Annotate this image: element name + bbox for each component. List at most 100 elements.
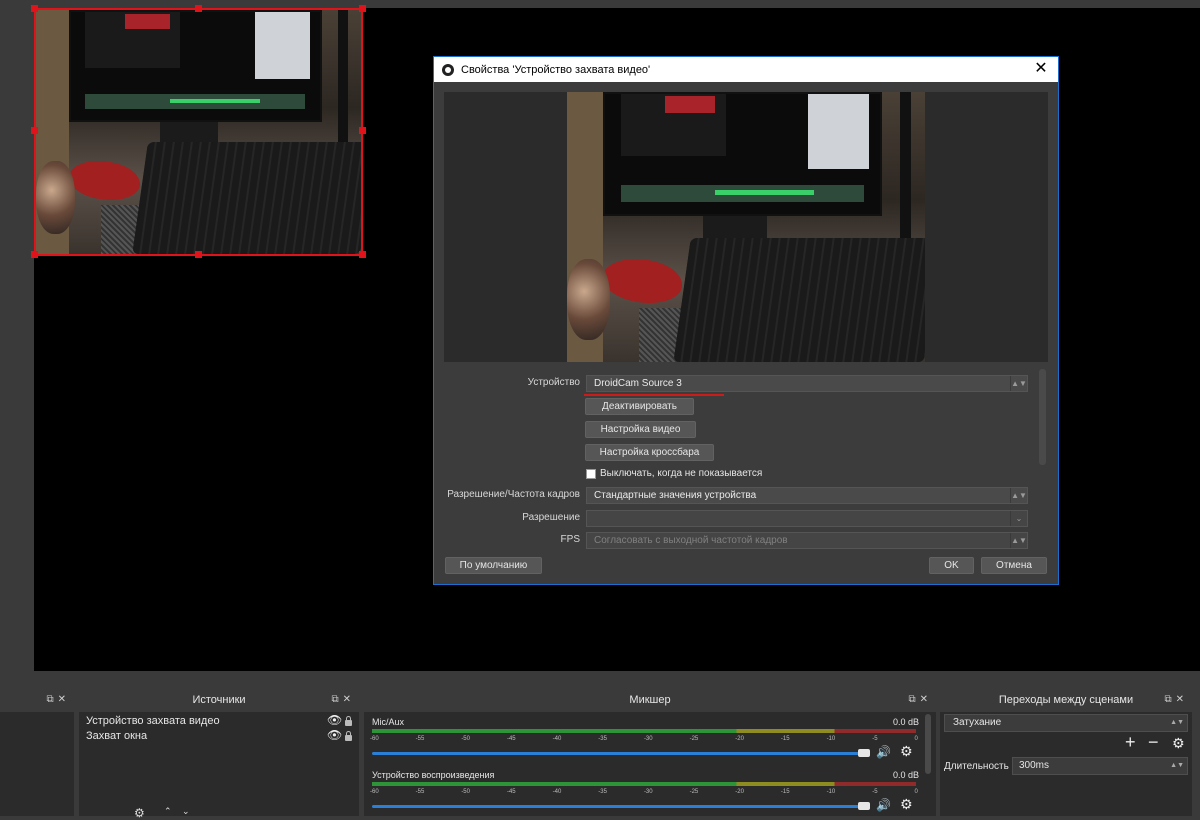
selection-frame[interactable] (34, 8, 363, 256)
properties-dialog: Свойства 'Устройство захвата видео' ✕ Ус… (433, 56, 1059, 585)
gear-icon[interactable]: ⚙ (1172, 735, 1185, 752)
move-down-icon[interactable]: ⌄ (182, 806, 190, 817)
monitor (602, 92, 883, 217)
gear-icon[interactable]: ⚙ (900, 743, 913, 760)
spin-arrows-icon: ▲▼ (1010, 488, 1027, 503)
lock-icon[interactable] (345, 716, 352, 726)
eye-icon[interactable]: 👁 (327, 713, 342, 727)
resolution-fps-select[interactable]: Стандартные значения устройства ▲▼ (586, 487, 1028, 504)
resize-handle-bc[interactable] (195, 251, 202, 258)
sources-title: Источники (192, 694, 246, 706)
duration-label: Длительность (944, 761, 1009, 772)
sources-list: Устройство захвата видео 👁 Захват окна 👁 (82, 712, 356, 808)
volume-slider[interactable] (372, 805, 862, 808)
volume-slider-knob[interactable] (858, 749, 870, 757)
resize-handle-mr[interactable] (359, 127, 366, 134)
resolution-fps-row: Разрешение/Частота кадров Стандартные зн… (434, 487, 1060, 505)
cancel-button[interactable]: Отмена (981, 557, 1047, 574)
resolution-label: Разрешение (522, 512, 580, 523)
resize-handle-tr[interactable] (359, 5, 366, 12)
spin-arrows-icon: ▲▼ (1010, 533, 1027, 548)
fps-value: Согласовать с выходной частотой кадров (594, 535, 788, 546)
red-underline-annotation (584, 394, 724, 396)
transition-value: Затухание (953, 717, 1002, 728)
screen-red (665, 96, 715, 114)
device-value: DroidCam Source 3 (594, 378, 682, 389)
mixer-dock: Микшер ⧉✕ Mic/Aux 0.0 dB -60 -55 -50 -45 -40… (364, 688, 936, 816)
volume-slider-knob[interactable] (858, 802, 870, 810)
video-settings-button[interactable]: Настройка видео (585, 421, 696, 438)
duration-input[interactable]: 300ms ▲▼ (1012, 757, 1188, 775)
deactivate-hidden-checkbox[interactable] (586, 469, 596, 479)
volume-meter (372, 729, 916, 733)
mixer-scrollbar[interactable] (925, 714, 931, 774)
gear-icon[interactable]: ⚙ (900, 796, 913, 813)
device-select[interactable]: DroidCam Source 3 ▲▼ (586, 375, 1028, 392)
dock-float-close-icons[interactable]: ⧉✕ (331, 688, 355, 712)
red-object (602, 259, 682, 303)
spin-arrows-icon: ▲▼ (1170, 719, 1184, 726)
dialog-scrollbar[interactable] (1039, 369, 1046, 465)
cable (899, 92, 911, 254)
transitions-dock: Переходы между сценами ⧉✕ Затухание ▲▼ +… (940, 688, 1192, 816)
lock-icon[interactable] (345, 731, 352, 741)
dock-float-close-icons[interactable]: ⧉✕ (1164, 688, 1188, 712)
eye-icon[interactable]: 👁 (327, 728, 342, 742)
resolution-fps-label: Разрешение/Частота кадров (447, 489, 580, 500)
left-strip (0, 8, 34, 671)
resize-handle-tc[interactable] (195, 5, 202, 12)
screen-white (808, 94, 870, 169)
move-up-icon[interactable]: ⌃ (164, 806, 172, 817)
resolution-select[interactable]: ⌄ (586, 510, 1028, 527)
device-row: Устройство DroidCam Source 3 ▲▼ (434, 375, 1060, 393)
sources-toolbar: ⚙ ⌃ ⌄ (82, 806, 356, 820)
gear-icon[interactable]: ⚙ (134, 806, 145, 820)
resize-handle-tl[interactable] (31, 5, 38, 12)
speaker-icon[interactable]: 🔊 (876, 798, 891, 812)
source-label: Захват окна (86, 730, 148, 742)
add-transition-button[interactable]: + (1125, 732, 1136, 753)
mixer-title: Микшер (629, 694, 671, 706)
remove-transition-button[interactable]: − (1148, 732, 1159, 753)
resize-handle-ml[interactable] (31, 127, 38, 134)
channel-name: Mic/Aux (372, 717, 405, 727)
deactivate-hidden-label[interactable]: Выключать, когда не показывается (600, 468, 762, 479)
resize-handle-bl[interactable] (31, 251, 38, 258)
meter-scale: -60 -55 -50 -45 -40 -35 -30 -25 -20 -15 -10 -5 0 (370, 736, 918, 742)
deactivate-button[interactable]: Деактивировать (585, 398, 694, 415)
channel-db: 0.0 dB (893, 770, 920, 780)
chevron-down-icon: ⌄ (1010, 511, 1027, 526)
crossbar-settings-button[interactable]: Настройка кроссбара (585, 444, 714, 461)
fps-label: FPS (560, 534, 580, 545)
transitions-dock-header: Переходы между сценами ⧉✕ (940, 688, 1192, 712)
glass-object (567, 259, 610, 341)
source-item-video-capture[interactable]: Устройство захвата видео (86, 715, 220, 727)
dock-float-close-icons[interactable]: ⧉✕ (908, 688, 932, 712)
fps-row: FPS Согласовать с выходной частотой кадр… (434, 532, 1060, 550)
keyboard (672, 237, 925, 362)
source-item-window-capture[interactable]: Захват окна (86, 730, 147, 742)
transition-select[interactable]: Затухание ▲▼ (944, 714, 1188, 732)
mixer-dock-header: Микшер ⧉✕ (364, 688, 936, 712)
device-label: Устройство (527, 377, 580, 388)
defaults-button[interactable]: По умолчанию (445, 557, 542, 574)
dialog-preview (444, 92, 1048, 362)
spin-arrows-icon: ▲▼ (1170, 762, 1184, 769)
volume-slider[interactable] (372, 752, 862, 755)
source-label: Устройство захвата видео (86, 715, 220, 727)
ok-button[interactable]: OK (929, 557, 974, 574)
spin-arrows-icon: ▲▼ (1010, 376, 1027, 391)
fps-select[interactable]: Согласовать с выходной частотой кадров ▲… (586, 532, 1028, 549)
resize-handle-br[interactable] (359, 251, 366, 258)
dock-float-close-icons[interactable]: ⧉✕ (46, 688, 70, 712)
channel-db: 0.0 dB (893, 717, 920, 727)
sources-dock: Источники ⧉✕ Устройство захвата видео 👁 … (79, 688, 359, 816)
transitions-title: Переходы между сценами (998, 694, 1134, 706)
dialog-titlebar[interactable]: Свойства 'Устройство захвата видео' ✕ (434, 57, 1058, 82)
obs-logo-icon (442, 63, 454, 76)
speaker-icon[interactable]: 🔊 (876, 745, 891, 759)
duration-value: 300ms (1019, 760, 1050, 771)
scenes-dock: ⧉✕ (0, 688, 74, 816)
dialog-webcam-image (567, 92, 925, 362)
close-icon[interactable]: ✕ (1024, 57, 1058, 82)
